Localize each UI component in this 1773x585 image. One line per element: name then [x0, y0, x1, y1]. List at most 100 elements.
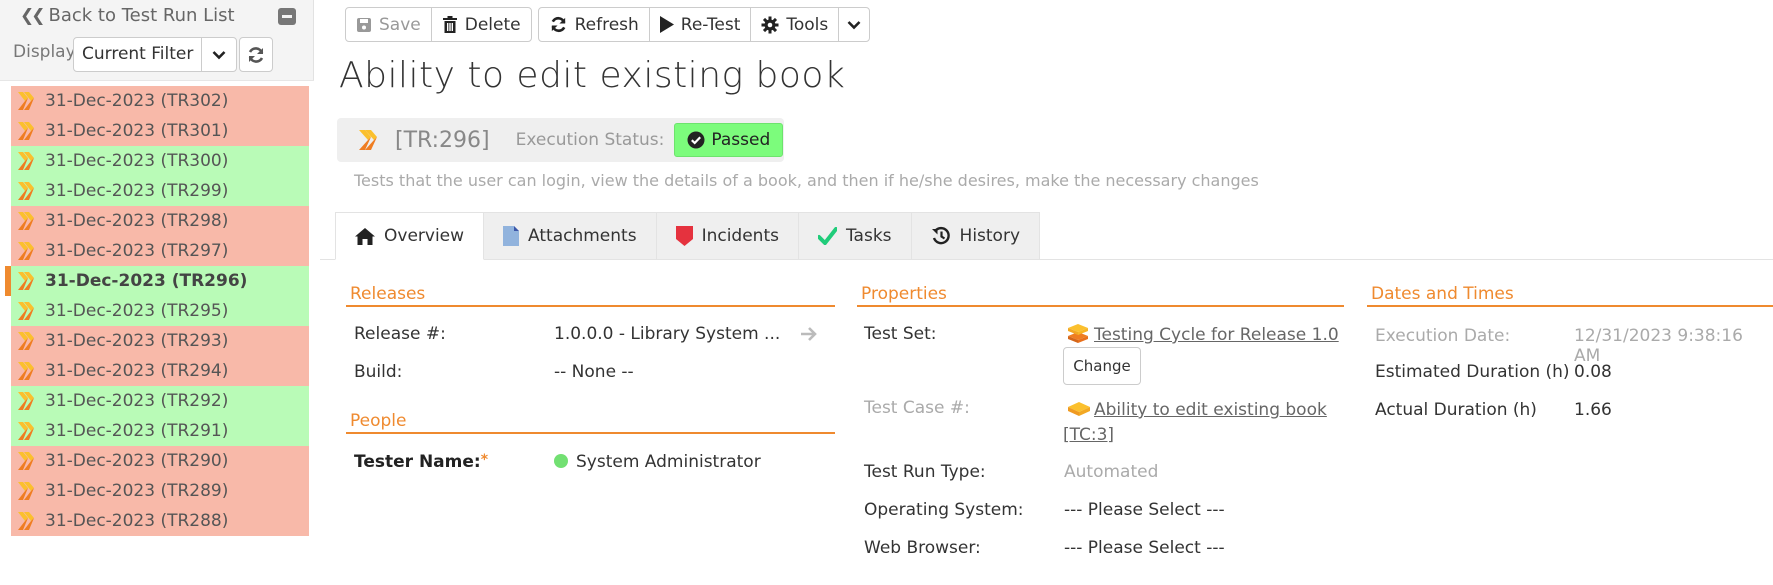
play-icon — [659, 16, 674, 33]
delete-label: Delete — [464, 14, 521, 35]
test-run-label: 31-Dec-2023 (TR293) — [45, 331, 229, 351]
save-label: Save — [379, 14, 421, 35]
document-icon — [503, 226, 520, 246]
test-run-list-item[interactable]: 31-Dec-2023 (TR295) — [11, 296, 309, 326]
test-run-list-item[interactable]: 31-Dec-2023 (TR293) — [11, 326, 309, 356]
test-run-icon — [15, 361, 37, 381]
check-circle-icon — [687, 131, 705, 149]
page-title: Ability to edit existing book — [339, 55, 846, 96]
delete-button[interactable]: Delete — [432, 8, 531, 41]
build-label: Build: — [354, 362, 403, 382]
refresh-icon — [249, 46, 264, 63]
tab-overview-label: Overview — [384, 226, 465, 246]
trash-icon — [442, 16, 457, 33]
test-run-icon — [15, 211, 37, 231]
online-status-dot-icon — [554, 454, 568, 468]
build-value[interactable]: -- None -- — [554, 362, 634, 382]
test-run-icon — [15, 331, 37, 351]
test-run-list-item[interactable]: 31-Dec-2023 (TR292) — [11, 386, 309, 416]
back-to-test-run-list-link[interactable]: ❮❮ Back to Test Run List — [20, 5, 235, 26]
test-run-list-item[interactable]: 31-Dec-2023 (TR296) — [5, 266, 309, 296]
required-star: * — [480, 452, 489, 468]
dates-and-times-heading: Dates and Times — [1367, 284, 1773, 307]
operating-system-select[interactable]: --- Please Select --- — [1064, 500, 1225, 520]
test-run-label: 31-Dec-2023 (TR295) — [45, 301, 229, 321]
release-value[interactable]: 1.0.0.0 - Library System ... — [554, 324, 780, 344]
tab-attachments[interactable]: Attachments — [484, 212, 657, 260]
actions-group: Refresh Re-Test Tools — [537, 7, 871, 42]
releases-heading: Releases — [346, 284, 835, 307]
tab-history[interactable]: History — [911, 212, 1041, 260]
test-run-label: 31-Dec-2023 (TR292) — [45, 391, 229, 411]
actual-duration-value[interactable]: 1.66 — [1574, 400, 1612, 420]
estimated-duration-value[interactable]: 0.08 — [1574, 362, 1612, 382]
tab-incidents-label: Incidents — [701, 226, 779, 246]
estimated-duration-label: Estimated Duration (h) — [1375, 362, 1570, 382]
test-set-value: Testing Cycle for Release 1.0 — [1068, 324, 1339, 345]
floppy-disk-icon — [357, 17, 371, 32]
test-run-list-item[interactable]: 31-Dec-2023 (TR290) — [11, 446, 309, 476]
test-run-label: 31-Dec-2023 (TR296) — [45, 271, 248, 291]
tester-name-value[interactable]: System Administrator — [554, 452, 761, 472]
operating-system-label: Operating System: — [864, 500, 1024, 520]
execution-date-label: Execution Date: — [1375, 326, 1511, 346]
test-run-icon — [359, 130, 377, 150]
display-label: Display: — [13, 42, 81, 62]
test-run-type-label: Test Run Type: — [864, 462, 986, 482]
test-case-id-link[interactable]: [TC:3] — [1063, 425, 1114, 445]
test-run-type-value: Automated — [1064, 462, 1159, 482]
display-filter-value: Current Filter — [74, 38, 203, 71]
retest-button[interactable]: Re-Test — [650, 8, 752, 41]
go-to-release-arrow-icon[interactable] — [800, 326, 818, 347]
display-filter-select[interactable]: Current Filter — [73, 37, 238, 72]
test-run-icon — [15, 421, 37, 441]
back-link-label: Back to Test Run List — [48, 5, 235, 26]
refresh-button[interactable]: Refresh — [539, 8, 650, 41]
gear-icon — [761, 16, 779, 33]
web-browser-select[interactable]: --- Please Select --- — [1064, 538, 1225, 558]
collapse-sidebar-button[interactable] — [278, 8, 296, 25]
home-icon — [355, 227, 375, 245]
test-run-list-item[interactable]: 31-Dec-2023 (TR297) — [11, 236, 309, 266]
refresh-icon — [551, 16, 566, 33]
tab-bar: Overview Attachments Incidents Tasks His… — [335, 212, 1041, 260]
test-case-link[interactable]: Ability to edit existing book — [1094, 400, 1327, 420]
tab-overview[interactable]: Overview — [335, 212, 485, 260]
tester-name-label-text: Tester Name: — [354, 452, 481, 472]
test-run-icon — [15, 151, 37, 171]
chevron-down-icon — [847, 20, 861, 29]
test-run-label: 31-Dec-2023 (TR299) — [45, 181, 229, 201]
execution-status-badge: Passed — [674, 123, 784, 157]
test-run-description: Tests that the user can login, view the … — [354, 171, 1259, 190]
toolbar: Save Delete Refresh Re-Test Tools — [345, 7, 871, 42]
save-button[interactable]: Save — [346, 8, 432, 41]
tab-tasks[interactable]: Tasks — [798, 212, 912, 260]
tools-dropdown-button[interactable] — [839, 8, 869, 41]
test-run-list-item[interactable]: 31-Dec-2023 (TR298) — [11, 206, 309, 236]
test-run-list-item[interactable]: 31-Dec-2023 (TR294) — [11, 356, 309, 386]
test-run-label: 31-Dec-2023 (TR297) — [45, 241, 229, 261]
change-test-set-button[interactable]: Change — [1063, 347, 1141, 385]
refresh-list-button[interactable] — [239, 37, 274, 72]
test-run-id: [TR:296] — [395, 127, 490, 153]
test-run-icon — [15, 271, 37, 291]
test-run-label: 31-Dec-2023 (TR290) — [45, 451, 229, 471]
history-icon — [931, 226, 950, 245]
test-set-link[interactable]: Testing Cycle for Release 1.0 — [1094, 325, 1339, 345]
test-run-list-item[interactable]: 31-Dec-2023 (TR301) — [11, 116, 309, 146]
checkmark-icon — [817, 227, 837, 245]
tools-button[interactable]: Tools — [751, 8, 840, 41]
tab-incidents[interactable]: Incidents — [656, 212, 799, 260]
test-run-list-item[interactable]: 31-Dec-2023 (TR288) — [11, 506, 309, 536]
execution-date-value: 12/31/2023 9:38:16 AM — [1574, 326, 1743, 366]
display-filter-group: Current Filter — [73, 37, 274, 72]
test-run-label: 31-Dec-2023 (TR288) — [45, 511, 229, 531]
chevron-down-icon[interactable] — [202, 38, 236, 71]
test-case-value: Ability to edit existing book [TC:3] — [1063, 398, 1353, 448]
test-run-list-item[interactable]: 31-Dec-2023 (TR299) — [11, 176, 309, 206]
test-run-list-item[interactable]: 31-Dec-2023 (TR289) — [11, 476, 309, 506]
test-run-list-item[interactable]: 31-Dec-2023 (TR302) — [11, 86, 309, 116]
test-set-label: Test Set: — [864, 324, 937, 344]
test-run-list-item[interactable]: 31-Dec-2023 (TR291) — [11, 416, 309, 446]
test-run-list-item[interactable]: 31-Dec-2023 (TR300) — [11, 146, 309, 176]
